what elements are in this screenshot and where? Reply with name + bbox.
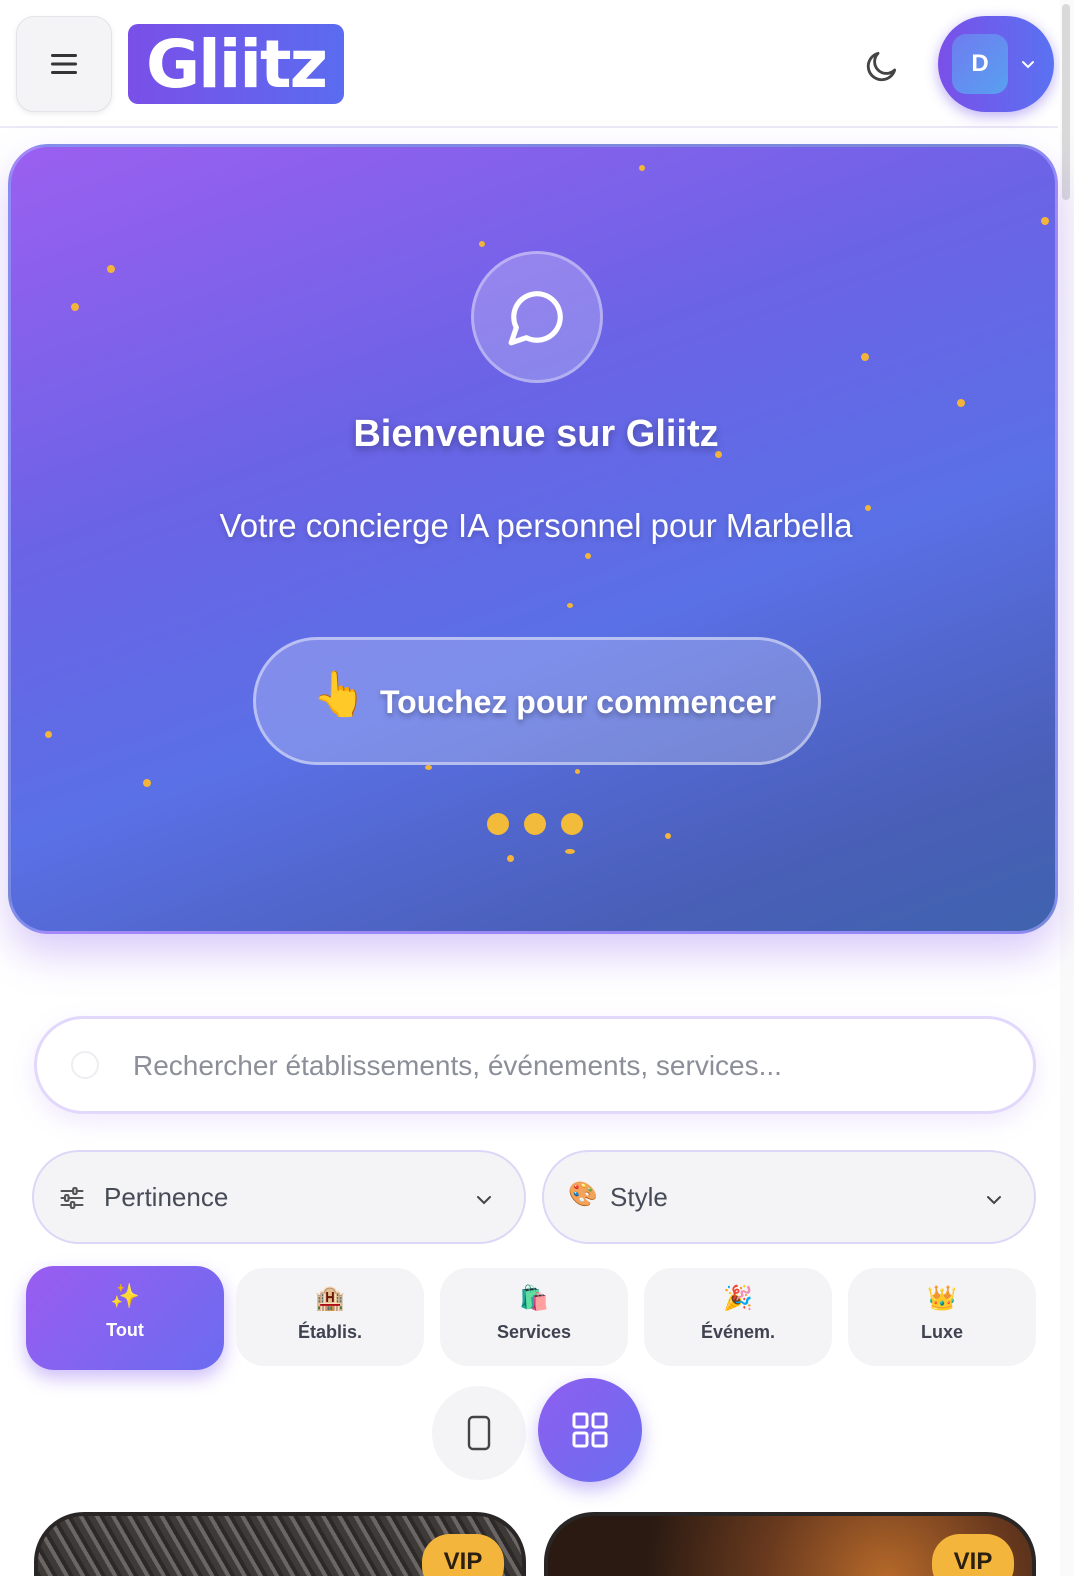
pointing-hand-icon: 👆 <box>312 670 367 719</box>
venue-card[interactable]: VIP <box>34 1512 526 1576</box>
category-label: Luxe <box>920 1322 963 1342</box>
sparkle-dot <box>585 553 591 559</box>
category-label: Établis. <box>297 1322 363 1342</box>
hamburger-menu-icon <box>51 54 77 74</box>
hero-title: Bienvenue sur Gliitz <box>353 413 719 455</box>
sparkle-dot <box>575 769 580 774</box>
mobile-icon <box>467 1415 491 1451</box>
category-label: Tout <box>106 1320 144 1340</box>
category-chip-services[interactable]: 🛍️ Services <box>440 1268 628 1366</box>
sparkles-icon: ✨ <box>110 1283 140 1310</box>
view-grid-button[interactable] <box>538 1378 642 1482</box>
sparkle-dot <box>71 303 79 311</box>
chevron-down-icon <box>987 1196 1001 1205</box>
sparkle-dot <box>565 849 575 854</box>
sparkle-dot <box>567 603 573 608</box>
sliders-icon <box>60 1187 84 1209</box>
category-chip-tout[interactable]: ✨ Tout <box>26 1266 224 1370</box>
view-mobile-button[interactable] <box>432 1386 526 1480</box>
search-icon <box>69 1049 101 1086</box>
sparkle-dot <box>479 241 485 247</box>
sort-select[interactable]: Pertinence <box>32 1150 526 1244</box>
shopping-bags-icon: 🛍️ <box>519 1285 549 1312</box>
gliitz-logo[interactable]: Gliitz <box>128 24 344 104</box>
sparkle-dot <box>1041 217 1049 225</box>
chevron-down-icon <box>1022 61 1034 69</box>
avatar: D <box>952 34 1008 94</box>
category-chip-etablissements[interactable]: 🏨 Établis. <box>236 1268 424 1366</box>
sort-select-label: Pertinence <box>104 1182 229 1212</box>
loading-dots <box>487 813 598 840</box>
hotel-icon: 🏨 <box>315 1285 345 1312</box>
top-header: Gliitz D <box>0 0 1058 128</box>
sparkle-dot <box>45 731 52 738</box>
loading-dot <box>524 813 546 835</box>
category-label: Services <box>496 1322 572 1342</box>
vip-badge: VIP <box>422 1534 504 1576</box>
user-menu-button[interactable]: D <box>938 16 1054 112</box>
search-input[interactable] <box>133 1037 1013 1095</box>
style-select-label: Style <box>610 1182 668 1212</box>
sparkle-dot <box>665 833 671 839</box>
sparkle-dot <box>957 399 965 407</box>
sparkle-dot <box>425 765 432 770</box>
sparkle-dot <box>861 353 869 361</box>
palette-icon: 🎨 <box>568 1181 598 1208</box>
category-chip-evenements[interactable]: 🎉 Événem. <box>644 1268 832 1366</box>
scrollbar-thumb[interactable] <box>1062 4 1070 200</box>
sparkle-dot <box>639 165 645 171</box>
menu-button[interactable] <box>16 16 112 112</box>
start-button-label: Touchez pour commencer <box>380 684 776 720</box>
chat-bubble-icon <box>508 291 563 346</box>
welcome-hero: Bienvenue sur Gliitz Votre concierge IA … <box>8 144 1058 934</box>
chevron-down-icon <box>477 1196 491 1205</box>
loading-dot <box>487 813 509 835</box>
category-label: Événem. <box>700 1322 776 1342</box>
start-button[interactable]: 👆 Touchez pour commencer <box>253 637 821 765</box>
sparkle-dot <box>143 779 151 787</box>
sparkle-dot <box>107 265 115 273</box>
loading-dot <box>561 813 583 835</box>
moon-icon <box>866 51 897 82</box>
hero-subtitle: Votre concierge IA personnel pour Marbel… <box>219 507 853 544</box>
search-bar[interactable] <box>34 1016 1036 1114</box>
venue-card[interactable]: VIP <box>544 1512 1036 1576</box>
category-chip-luxe[interactable]: 👑 Luxe <box>848 1268 1036 1366</box>
crown-icon: 👑 <box>927 1285 957 1312</box>
vip-badge: VIP <box>932 1534 1014 1576</box>
page-scrollbar[interactable] <box>1060 0 1074 1576</box>
grid-icon <box>572 1412 608 1448</box>
chat-icon-circle <box>471 251 603 383</box>
theme-toggle-button[interactable] <box>856 40 908 92</box>
party-popper-icon: 🎉 <box>723 1285 753 1312</box>
sparkle-dot <box>507 855 514 862</box>
style-select[interactable]: 🎨 Style <box>542 1150 1036 1244</box>
